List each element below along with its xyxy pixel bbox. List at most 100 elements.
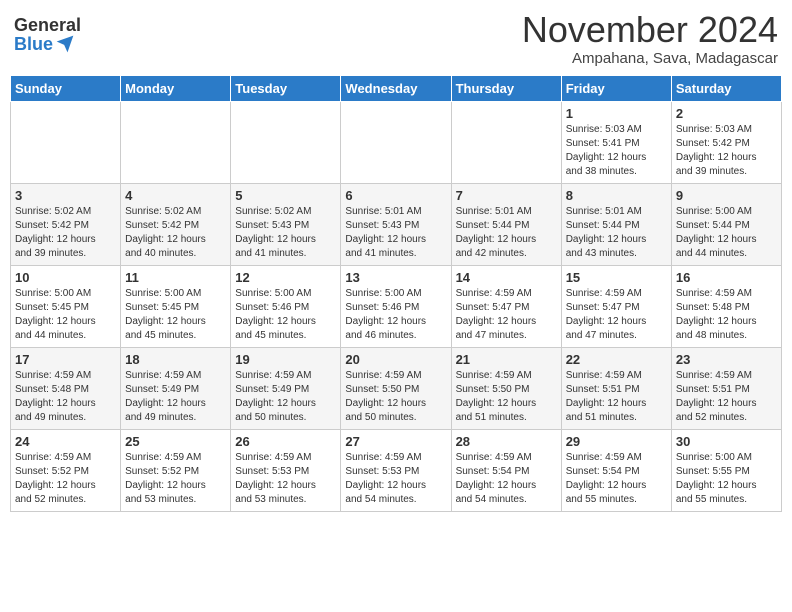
calendar-header: SundayMondayTuesdayWednesdayThursdayFrid… — [11, 75, 782, 101]
weekday-header-monday: Monday — [121, 75, 231, 101]
day-number: 12 — [235, 270, 336, 285]
calendar-cell: 11Sunrise: 5:00 AM Sunset: 5:45 PM Dayli… — [121, 265, 231, 347]
day-info: Sunrise: 5:03 AM Sunset: 5:42 PM Dayligh… — [676, 123, 777, 179]
day-number: 10 — [15, 270, 116, 285]
calendar-cell — [341, 101, 451, 183]
calendar-cell: 6 Sunrise: 5:01 AM Sunset: 5:43 PM Daylig… — [341, 183, 451, 265]
weekday-header-wednesday: Wednesday — [341, 75, 451, 101]
month-title: November 2024 — [522, 10, 778, 50]
weekday-header-sunday: Sunday — [11, 75, 121, 101]
day-info: Sunrise: 5:03 AM Sunset: 5:41 PM Dayligh… — [566, 123, 667, 179]
calendar-cell: 17 Sunrise: 4:59 AM Sunset: 5:48 PM Dayli… — [11, 347, 121, 429]
day-number: 26 — [235, 434, 336, 449]
calendar-cell: 10 Sunrise: 5:00 AM Sunset: 5:45 PM Dayli… — [11, 265, 121, 347]
day-number: 13 — [345, 270, 446, 285]
day-number: 17 — [15, 352, 116, 367]
calendar-week-3: 10 Sunrise: 5:00 AM Sunset: 5:45 PM Dayli… — [11, 265, 782, 347]
calendar-cell — [11, 101, 121, 183]
day-number: 24 — [15, 434, 116, 449]
day-info: Sunrise: 4:59 AM Sunset: 5:51 PM Dayligh… — [676, 369, 777, 425]
calendar-cell: 13Sunrise: 5:00 AM Sunset: 5:46 PM Dayli… — [341, 265, 451, 347]
day-info: Sunrise: 5:01 AM Sunset: 5:44 PM Dayligh… — [566, 205, 667, 261]
day-number: 3 — [15, 188, 116, 203]
weekday-header-row: SundayMondayTuesdayWednesdayThursdayFrid… — [11, 75, 782, 101]
day-number: 7 — [456, 188, 557, 203]
day-info: Sunrise: 5:02 AM Sunset: 5:42 PM Dayligh… — [125, 205, 226, 261]
calendar-cell — [451, 101, 561, 183]
weekday-header-thursday: Thursday — [451, 75, 561, 101]
calendar-cell: 12 Sunrise: 5:00 AM Sunset: 5:46 PM Dayli… — [231, 265, 341, 347]
day-info: Sunrise: 4:59 AM Sunset: 5:53 PM Dayligh… — [345, 451, 446, 507]
day-info: Sunrise: 4:59 AM Sunset: 5:54 PM Dayligh… — [456, 451, 557, 507]
calendar-cell — [231, 101, 341, 183]
calendar-cell: 27Sunrise: 4:59 AM Sunset: 5:53 PM Dayli… — [341, 429, 451, 511]
calendar-cell: 18 Sunrise: 4:59 AM Sunset: 5:49 PM Dayli… — [121, 347, 231, 429]
calendar-cell — [121, 101, 231, 183]
calendar-cell: 22Sunrise: 4:59 AM Sunset: 5:51 PM Dayli… — [561, 347, 671, 429]
day-number: 5 — [235, 188, 336, 203]
day-number: 29 — [566, 434, 667, 449]
calendar-cell: 4 Sunrise: 5:02 AM Sunset: 5:42 PM Daylig… — [121, 183, 231, 265]
day-info: Sunrise: 4:59 AM Sunset: 5:47 PM Dayligh… — [566, 287, 667, 343]
day-info: Sunrise: 4:59 AM Sunset: 5:48 PM Dayligh… — [676, 287, 777, 343]
day-number: 19 — [235, 352, 336, 367]
weekday-header-tuesday: Tuesday — [231, 75, 341, 101]
day-info: Sunrise: 5:02 AM Sunset: 5:43 PM Dayligh… — [235, 205, 336, 261]
day-info: Sunrise: 5:00 AM Sunset: 5:46 PM Dayligh… — [235, 287, 336, 343]
day-number: 18 — [125, 352, 226, 367]
day-info: Sunrise: 4:59 AM Sunset: 5:50 PM Dayligh… — [456, 369, 557, 425]
calendar-cell: 20Sunrise: 4:59 AM Sunset: 5:50 PM Dayli… — [341, 347, 451, 429]
calendar-cell: 23 Sunrise: 4:59 AM Sunset: 5:51 PM Dayli… — [671, 347, 781, 429]
location-subtitle: Ampahana, Sava, Madagascar — [522, 50, 778, 67]
day-info: Sunrise: 4:59 AM Sunset: 5:52 PM Dayligh… — [125, 451, 226, 507]
calendar-table: SundayMondayTuesdayWednesdayThursdayFrid… — [10, 75, 782, 512]
day-number: 28 — [456, 434, 557, 449]
calendar-week-5: 24 Sunrise: 4:59 AM Sunset: 5:52 PM Dayli… — [11, 429, 782, 511]
logo-general-text: General — [14, 16, 81, 34]
day-info: Sunrise: 5:00 AM Sunset: 5:45 PM Dayligh… — [125, 287, 226, 343]
calendar-cell: 26Sunrise: 4:59 AM Sunset: 5:53 PM Dayli… — [231, 429, 341, 511]
day-number: 30 — [676, 434, 777, 449]
calendar-cell: 14 Sunrise: 4:59 AM Sunset: 5:47 PM Dayli… — [451, 265, 561, 347]
logo-bird-icon — [55, 34, 75, 54]
day-number: 2 — [676, 106, 777, 121]
day-number: 21 — [456, 352, 557, 367]
day-info: Sunrise: 5:02 AM Sunset: 5:42 PM Dayligh… — [15, 205, 116, 261]
day-info: Sunrise: 5:01 AM Sunset: 5:44 PM Dayligh… — [456, 205, 557, 261]
calendar-cell: 25Sunrise: 4:59 AM Sunset: 5:52 PM Dayli… — [121, 429, 231, 511]
day-info: Sunrise: 5:00 AM Sunset: 5:55 PM Dayligh… — [676, 451, 777, 507]
calendar-cell: 9Sunrise: 5:00 AM Sunset: 5:44 PM Daylig… — [671, 183, 781, 265]
day-info: Sunrise: 5:01 AM Sunset: 5:43 PM Dayligh… — [345, 205, 446, 261]
day-number: 6 — [345, 188, 446, 203]
day-number: 20 — [345, 352, 446, 367]
calendar-cell: 30 Sunrise: 5:00 AM Sunset: 5:55 PM Dayli… — [671, 429, 781, 511]
calendar-cell: 19 Sunrise: 4:59 AM Sunset: 5:49 PM Dayli… — [231, 347, 341, 429]
day-number: 9 — [676, 188, 777, 203]
calendar-week-4: 17 Sunrise: 4:59 AM Sunset: 5:48 PM Dayli… — [11, 347, 782, 429]
day-number: 15 — [566, 270, 667, 285]
day-info: Sunrise: 4:59 AM Sunset: 5:47 PM Dayligh… — [456, 287, 557, 343]
calendar-body: 1Sunrise: 5:03 AM Sunset: 5:41 PM Daylig… — [11, 101, 782, 511]
day-number: 14 — [456, 270, 557, 285]
day-number: 16 — [676, 270, 777, 285]
calendar-week-1: 1Sunrise: 5:03 AM Sunset: 5:41 PM Daylig… — [11, 101, 782, 183]
day-number: 8 — [566, 188, 667, 203]
calendar-cell: 8 Sunrise: 5:01 AM Sunset: 5:44 PM Daylig… — [561, 183, 671, 265]
day-number: 23 — [676, 352, 777, 367]
calendar-cell: 29 Sunrise: 4:59 AM Sunset: 5:54 PM Dayli… — [561, 429, 671, 511]
logo: General Blue — [14, 16, 81, 54]
day-info: Sunrise: 4:59 AM Sunset: 5:49 PM Dayligh… — [125, 369, 226, 425]
calendar-cell: 28 Sunrise: 4:59 AM Sunset: 5:54 PM Dayli… — [451, 429, 561, 511]
day-info: Sunrise: 4:59 AM Sunset: 5:48 PM Dayligh… — [15, 369, 116, 425]
calendar-cell: 21 Sunrise: 4:59 AM Sunset: 5:50 PM Dayli… — [451, 347, 561, 429]
day-info: Sunrise: 4:59 AM Sunset: 5:54 PM Dayligh… — [566, 451, 667, 507]
calendar-cell: 2 Sunrise: 5:03 AM Sunset: 5:42 PM Daylig… — [671, 101, 781, 183]
day-info: Sunrise: 5:00 AM Sunset: 5:45 PM Dayligh… — [15, 287, 116, 343]
day-info: Sunrise: 4:59 AM Sunset: 5:49 PM Dayligh… — [235, 369, 336, 425]
page-header: General Blue November 2024 Ampahana, Sav… — [10, 10, 782, 67]
day-info: Sunrise: 4:59 AM Sunset: 5:52 PM Dayligh… — [15, 451, 116, 507]
logo-blue-text: Blue — [14, 34, 75, 54]
calendar-cell: 1Sunrise: 5:03 AM Sunset: 5:41 PM Daylig… — [561, 101, 671, 183]
calendar-cell: 5 Sunrise: 5:02 AM Sunset: 5:43 PM Daylig… — [231, 183, 341, 265]
day-number: 4 — [125, 188, 226, 203]
